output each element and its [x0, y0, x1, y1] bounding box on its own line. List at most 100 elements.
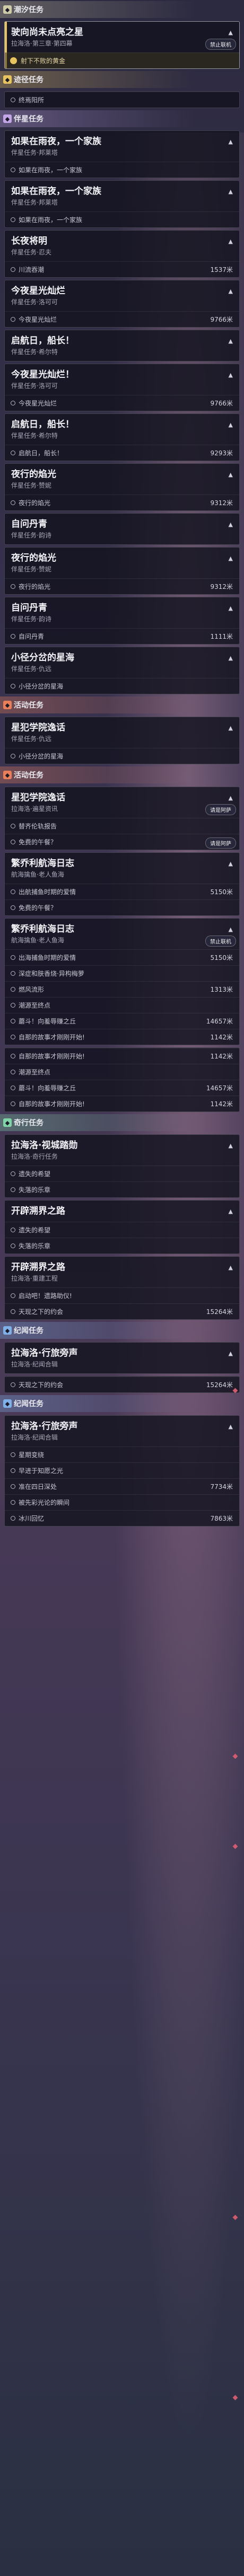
quest-card[interactable]: 繁乔利航海日志 航海擒鱼·老人鱼海 ▲ 禁止联机 出海捕鱼时期的爱情 5150米 深症和肤香… — [4, 918, 240, 1045]
section-header[interactable]: ◆ 纪闻任务 — [0, 1322, 244, 1339]
chevron-icon[interactable]: ▲ — [229, 521, 233, 528]
section-header[interactable]: ◆ 纪闻任务 — [0, 1395, 244, 1412]
subtask-row[interactable]: 失落的乐章 — [5, 1238, 239, 1254]
quest-card[interactable]: 开辟溯界之路 拉海洛·重建工程 ▲ 启动吧！遗路助仪! 天现之下的约会 15264米 — [4, 1256, 240, 1320]
subtask-row[interactable]: 启动吧！遗路助仪! — [5, 1287, 239, 1303]
chevron-icon[interactable]: ▲ — [229, 288, 233, 295]
subtask-row[interactable]: 冰川回忆 7863米 — [5, 1510, 239, 1526]
quest-card[interactable]: 繁乔利航海日志 航海擒鱼·老人鱼海 ▲ 出航捕鱼时期的爱情 5150米 免费的午餐？ — [4, 852, 240, 916]
quest-card[interactable]: 自问丹青 伴星任务·韵诗 ▲ — [4, 513, 240, 545]
quest-header[interactable]: 夜行的焰光 伴星任务·赞妮 ▲ — [5, 548, 239, 578]
subtask-row[interactable]: 燃风流形 1313米 — [5, 981, 239, 997]
subtask-row[interactable]: 遗失的希望 — [5, 1222, 239, 1238]
quest-header[interactable]: 自问丹青 伴星任务·韵诗 ▲ — [5, 514, 239, 544]
subtask-row[interactable]: 星期变绕 — [5, 1446, 239, 1462]
chevron-icon[interactable]: ▲ — [229, 1142, 233, 1149]
quest-header[interactable]: 今夜星光灿烂！ 伴星任务·洛可可 ▲ — [5, 364, 239, 395]
chevron-icon[interactable]: ▲ — [229, 605, 233, 612]
quest-card[interactable]: 星犯学院逸话 拉海洛·遍星资讯 ▲ 请是阿萨 替齐伦轨报告 免费的午餐？ 请是阿萨 — [4, 787, 240, 850]
quest-card[interactable]: 今夜星光灿烂 伴星任务·洛可可 ▲ 今夜星光灿烂 9766米 — [4, 280, 240, 328]
section-header[interactable]: ◆ 潮汐任务 — [0, 1, 244, 18]
subtask-row[interactable]: 如果在雨夜，一个家族 — [5, 162, 239, 178]
tracked-objective[interactable]: 射下不败的黄金 — [5, 52, 239, 68]
quest-header[interactable]: 繁乔利航海日志 航海擒鱼·老人鱼海 ▲ — [5, 853, 239, 884]
quest-card[interactable]: 长夜将明 伴星任务·忍夫 ▲ 川流吞潮 1537米 — [4, 230, 240, 278]
subtask-row[interactable]: 自那的故事才刚刚开始! 1142米 — [5, 1096, 239, 1111]
section-header[interactable]: ◆ 活动任务 — [0, 696, 244, 713]
quest-header[interactable]: 启航日，船长！ 伴星任务·希尔特 ▲ — [5, 330, 239, 361]
subtask-row[interactable]: 启航日，船长！ 9293米 — [5, 445, 239, 461]
chevron-icon[interactable]: ▲ — [229, 372, 233, 378]
subtask-row[interactable]: 出海捕鱼时期的爱情 5150米 — [5, 949, 239, 965]
quest-card[interactable]: 小径分岔的星海 伴星任务·仇远 ▲ 小径分岔的星海 — [4, 647, 240, 694]
quest-card[interactable]: 如果在雨夜，一个家族 伴星任务·邦莱塔 ▲ 如果在雨夜，一个家族 — [4, 180, 240, 228]
chevron-icon[interactable]: ▲ — [229, 1208, 233, 1215]
subtask-row[interactable]: 免费的午餐？ — [5, 899, 239, 915]
quest-header[interactable]: 星犯学院逸话 拉海洛·遍星资讯 ▲ 请是阿萨 — [5, 787, 239, 818]
chevron-icon[interactable]: ▲ — [229, 471, 233, 478]
quest-header[interactable]: 今夜星光灿烂 伴星任务·洛可可 ▲ — [5, 280, 239, 311]
subtask-row[interactable]: 川流吞潮 1537米 — [5, 261, 239, 277]
quest-card[interactable]: 终焉阳所 — [4, 91, 240, 108]
subtask-row[interactable]: 遗失的希望 — [5, 1166, 239, 1181]
quest-header[interactable]: 拉海洛·行旅旁声 拉海洛·纪闻合辑 ▲ — [5, 1416, 239, 1446]
chevron-icon[interactable]: ▲ — [229, 421, 233, 428]
chevron-icon[interactable]: ▲ — [229, 238, 233, 245]
subtask-row[interactable]: 小径分岔的星海 — [5, 748, 239, 764]
quest-header[interactable]: 如果在雨夜，一个家族 伴星任务·邦莱塔 ▲ — [5, 131, 239, 162]
subtask-row[interactable]: 被先彩光论的瞬间 — [5, 1494, 239, 1510]
chevron-icon[interactable]: ▲ — [229, 188, 233, 195]
chevron-icon[interactable]: ▲ — [229, 1264, 233, 1271]
chevron-icon[interactable]: ▲ — [229, 138, 233, 145]
subtask-row[interactable]: 今夜星光灿烂 9766米 — [5, 311, 239, 327]
quest-card[interactable]: 开辟溯界之路 ▲ 遗失的希望 失落的乐章 — [4, 1200, 240, 1254]
quest-card[interactable]: 天现之下的约会 15264米 — [4, 1376, 240, 1393]
chevron-icon[interactable]: ▲ — [229, 1423, 233, 1430]
subtask-row[interactable]: 替齐伦轨报告 — [5, 818, 239, 834]
quest-header[interactable]: 拉海洛·行旅旁声 拉海洛·纪闻合辑 ▲ — [5, 1343, 239, 1373]
quest-header[interactable]: 星犯学院逸话 伴星任务·仇远 ▲ — [5, 717, 239, 748]
subtask-row[interactable]: 终焉阳所 — [5, 92, 239, 108]
chevron-icon[interactable]: ▲ — [229, 795, 233, 801]
quest-card[interactable]: 启航日，船长！ 伴星任务·希尔特 ▲ 启航日，船长！ 9293米 — [4, 413, 240, 461]
chevron-icon[interactable]: ▲ — [229, 338, 233, 345]
quest-header[interactable]: 小径分岔的星海 伴星任务·仇远 ▲ — [5, 647, 239, 678]
subtask-row[interactable]: 自那的故事才刚刚开始! 1142米 — [5, 1029, 239, 1045]
quest-card[interactable]: 驶向尚未点亮之星 拉海洛·第三章·第四幕 ▲ 禁止联机 射下不败的黄金 — [4, 21, 240, 69]
quest-header[interactable]: 夜行的焰光 伴星任务·赞妮 ▲ — [5, 464, 239, 495]
quest-card[interactable]: 如果在雨夜，一个家族 伴星任务·邦莱塔 ▲ 如果在雨夜，一个家族 — [4, 130, 240, 178]
subtask-row[interactable]: 蘑斗！向羞辱赚之丘 14657米 — [5, 1013, 239, 1029]
quest-header[interactable]: 自问丹青 伴星任务·韵诗 ▲ — [5, 597, 239, 628]
quest-card[interactable]: 拉海洛·行旅旁声 拉海洛·纪闻合辑 ▲ — [4, 1342, 240, 1374]
quest-card[interactable]: 拉海洛·行旅旁声 拉海洛·纪闻合辑 ▲ 星期变绕 早进于知愿之光 准在四日深处 7734米被… — [4, 1415, 240, 1527]
chevron-icon[interactable]: ▲ — [229, 725, 233, 731]
quest-header[interactable]: 繁乔利航海日志 航海擒鱼·老人鱼海 ▲ 禁止联机 — [5, 919, 239, 949]
section-header[interactable]: ◆ 伴星任务 — [0, 110, 244, 127]
subtask-row[interactable]: 早进于知愿之光 — [5, 1462, 239, 1478]
quest-header[interactable]: 启航日，船长！ 伴星任务·希尔特 ▲ — [5, 414, 239, 445]
section-header[interactable]: ◆ 奇行任务 — [0, 1114, 244, 1131]
section-header[interactable]: ◆ 迹径任务 — [0, 71, 244, 88]
chevron-icon[interactable]: ▲ — [229, 655, 233, 661]
chevron-icon[interactable]: ▲ — [229, 1350, 233, 1357]
subtask-row[interactable]: 蘑斗！向羞辱赚之丘 14657米 — [5, 1080, 239, 1096]
subtask-row[interactable]: 免费的午餐？ 请是阿萨 — [5, 834, 239, 850]
subtask-row[interactable]: 自问丹青 1111米 — [5, 628, 239, 644]
subtask-row[interactable]: 天现之下的约会 15264米 — [5, 1377, 239, 1392]
subtask-row[interactable]: 夜行的焰光 9312米 — [5, 495, 239, 510]
quest-header[interactable]: 如果在雨夜，一个家族 伴星任务·邦莱塔 ▲ — [5, 181, 239, 211]
subtask-row[interactable]: 深症和肤香烧·异构梅萝 — [5, 965, 239, 981]
subtask-row[interactable]: 如果在雨夜，一个家族 — [5, 211, 239, 227]
quest-card[interactable]: 自那的故事才刚刚开始! 1142米 潮源至终点 蘑斗！向羞辱赚之丘 14657米 自那的故… — [4, 1047, 240, 1112]
quest-card[interactable]: 今夜星光灿烂！ 伴星任务·洛可可 ▲ 今夜星光灿烂 9766米 — [4, 364, 240, 411]
quest-header[interactable]: 驶向尚未点亮之星 拉海洛·第三章·第四幕 ▲ 禁止联机 — [5, 22, 239, 52]
chevron-icon[interactable]: ▲ — [229, 860, 233, 867]
quest-header[interactable]: 开辟溯界之路 拉海洛·重建工程 ▲ — [5, 1257, 239, 1287]
quest-card[interactable]: 拉海洛·视城踏勋 拉海洛·奇行任务 ▲ 遗失的希望 失落的乐章 — [4, 1134, 240, 1198]
quest-card[interactable]: 启航日，船长！ 伴星任务·希尔特 ▲ — [4, 330, 240, 361]
section-header[interactable]: ◆ 活动任务 — [0, 766, 244, 783]
quest-header[interactable]: 开辟溯界之路 ▲ — [5, 1201, 239, 1222]
chevron-icon[interactable]: ▲ — [229, 555, 233, 562]
subtask-row[interactable]: 潮源至终点 — [5, 997, 239, 1013]
quest-card[interactable]: 夜行的焰光 伴星任务·赞妮 ▲ 夜行的焰光 9312米 — [4, 547, 240, 595]
